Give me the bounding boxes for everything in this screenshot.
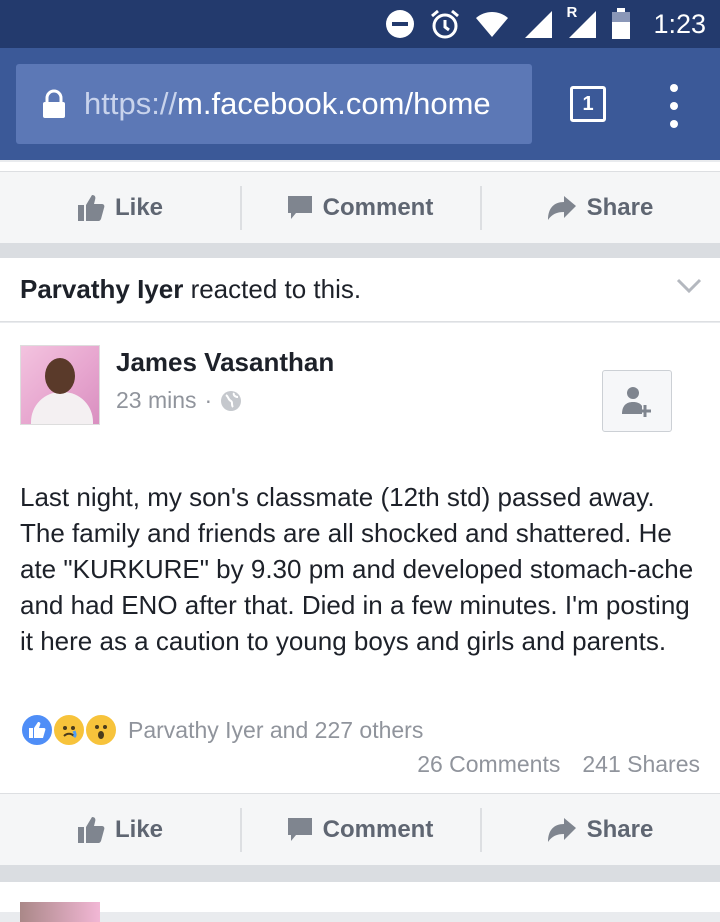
avatar-head-shape	[45, 358, 75, 394]
menu-dot-icon	[670, 102, 678, 110]
sad-reaction-icon	[52, 713, 86, 747]
share-arrow-icon	[547, 817, 576, 842]
next-post-avatar[interactable]	[20, 902, 100, 922]
author-avatar[interactable]	[20, 345, 100, 425]
like-label: Like	[114, 193, 164, 221]
menu-dot-icon	[670, 120, 678, 128]
top-action-bar: Like Comment Share	[0, 171, 720, 243]
status-time: 1:23	[653, 8, 706, 39]
menu-dot-icon	[670, 84, 678, 92]
reaction-notice-text: reacted to this.	[190, 274, 362, 304]
comment-icon	[287, 817, 312, 841]
url-host: m.facebook.com/home	[177, 86, 491, 121]
section-gap	[0, 865, 720, 882]
share-label: Share	[586, 815, 654, 843]
comment-label: Comment	[322, 815, 434, 843]
add-friend-icon	[622, 387, 651, 417]
comment-button[interactable]: Comment	[240, 172, 480, 243]
share-button[interactable]: Share	[480, 794, 720, 865]
reaction-count: Parvathy Iyer and 227 others	[128, 716, 424, 743]
avatar-body-shape	[31, 392, 93, 424]
like-button[interactable]: Like	[0, 172, 240, 243]
tab-count: 1	[582, 92, 594, 115]
like-reaction-icon	[20, 713, 54, 747]
comment-icon	[287, 195, 312, 219]
reactor-name[interactable]: Parvathy Iyer	[20, 274, 183, 304]
like-button[interactable]: Like	[0, 794, 240, 865]
share-arrow-icon	[547, 195, 576, 220]
reaction-summary[interactable]: Parvathy Iyer and 227 others	[20, 713, 423, 747]
roaming-label: R	[566, 4, 578, 21]
globe-icon	[221, 390, 242, 411]
signal-icon	[525, 11, 553, 38]
url-scheme: https://	[84, 86, 178, 121]
like-label: Like	[114, 815, 164, 843]
next-post-card	[0, 882, 720, 922]
share-button[interactable]: Share	[480, 172, 720, 243]
post-author[interactable]: James Vasanthan	[116, 347, 334, 378]
section-gap	[0, 243, 720, 258]
do-not-disturb-icon	[386, 10, 415, 38]
thumbs-up-icon	[77, 816, 105, 843]
comments-count[interactable]: 26 Comments	[417, 751, 560, 778]
lock-icon	[43, 89, 65, 118]
post-body: Last night, my son's classmate (12th std…	[20, 482, 694, 656]
wow-reaction-icon	[84, 713, 118, 747]
tab-switcher-button[interactable]: 1	[570, 86, 606, 122]
post-meta: 23 mins ·	[116, 387, 242, 414]
overflow-menu-button[interactable]	[660, 84, 688, 128]
browser-toolbar: https://m.facebook.com/home 1	[0, 48, 720, 160]
comment-button[interactable]: Comment	[240, 794, 480, 865]
comment-label: Comment	[322, 193, 434, 221]
share-label: Share	[586, 193, 654, 221]
reaction-notice: Parvathy Iyer reacted to this.	[0, 258, 720, 322]
wifi-icon	[476, 12, 509, 37]
meta-separator: ·	[204, 387, 213, 413]
add-friend-button[interactable]	[602, 370, 672, 432]
address-bar[interactable]: https://m.facebook.com/home	[16, 64, 532, 144]
shares-count[interactable]: 241 Shares	[582, 751, 700, 778]
alarm-icon	[431, 9, 460, 39]
post-stats: 26 Comments 241 Shares	[417, 751, 700, 778]
roaming-signal-icon: R	[566, 4, 597, 39]
post-action-bar: Like Comment Share	[0, 793, 720, 865]
post-time[interactable]: 23 mins	[116, 387, 197, 414]
chevron-down-icon[interactable]	[676, 278, 702, 294]
post-card: James Vasanthan 23 mins · Last night, my…	[0, 323, 720, 793]
status-bar: R 1:23	[0, 0, 720, 48]
battery-icon	[612, 8, 631, 39]
thumbs-up-icon	[77, 194, 105, 221]
